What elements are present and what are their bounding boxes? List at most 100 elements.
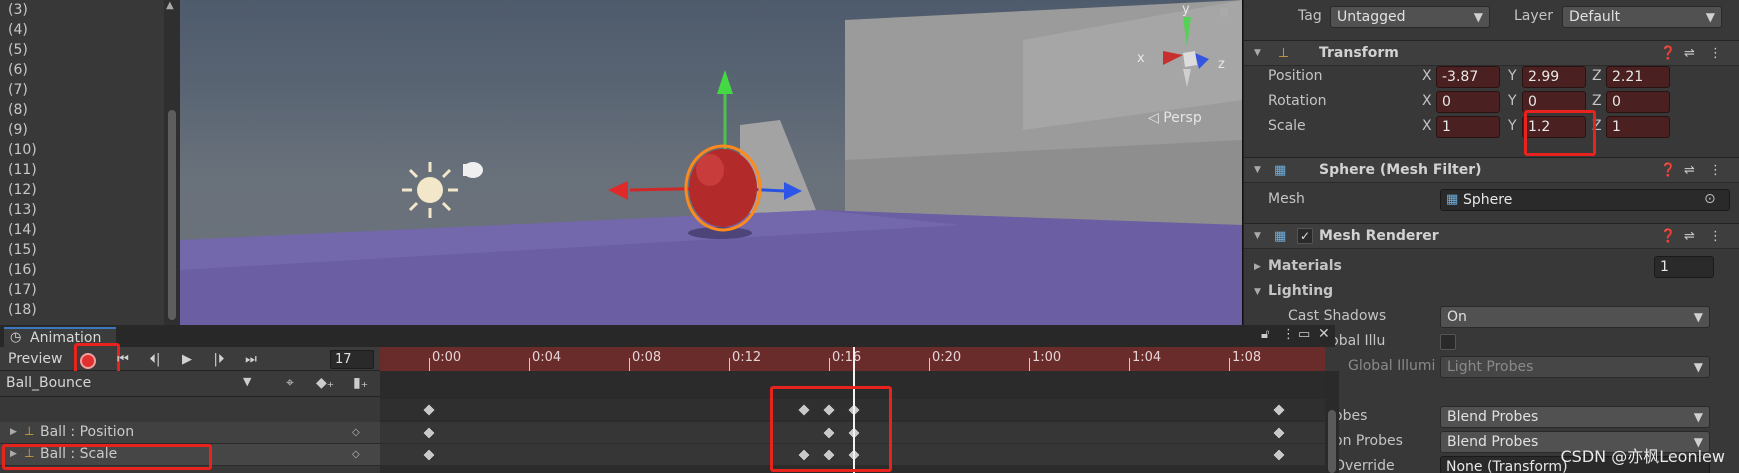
- hierarchy-item[interactable]: (13): [8, 200, 37, 220]
- hierarchy-item[interactable]: (16): [8, 260, 37, 280]
- tick-label: 1:04: [1132, 350, 1162, 365]
- rotation-x-field[interactable]: 0: [1436, 91, 1500, 113]
- light-probes-dropdown[interactable]: Blend Probes ▼: [1440, 406, 1710, 428]
- tick-line: [929, 358, 930, 371]
- lock-icon: [1220, 9, 1228, 17]
- enabled-checkbox[interactable]: ✓: [1297, 228, 1313, 244]
- window-lock-icon[interactable]: 🔓︎: [1261, 327, 1269, 342]
- foldout-arrow-icon[interactable]: ▶: [10, 449, 17, 459]
- scroll-up-arrow-icon[interactable]: ▲: [166, 0, 178, 11]
- next-keyframe-icon[interactable]: |⏵︎: [204, 350, 234, 370]
- chevron-down-icon[interactable]: ▼: [243, 375, 251, 388]
- hierarchy-item[interactable]: (18): [8, 300, 37, 320]
- clip-dropdown[interactable]: Ball_Bounce: [6, 375, 91, 391]
- help-icon[interactable]: ❓: [1660, 46, 1676, 61]
- rotation-z-field[interactable]: 0: [1606, 91, 1670, 113]
- property-row-scale[interactable]: ▶ ⊥ Ball : Scale ◇: [0, 444, 380, 466]
- property-keyframe-icon[interactable]: ◇: [352, 427, 360, 438]
- hierarchy-item[interactable]: (8): [8, 100, 28, 120]
- materials-row[interactable]: ▶ Materials 1: [1244, 256, 1739, 280]
- last-keyframe-icon[interactable]: ⏭: [236, 350, 266, 370]
- transform-header[interactable]: ▼ ⊥ Transform ❓ ⇌ ⋮: [1244, 40, 1739, 66]
- foldout-arrow-icon[interactable]: ▼: [1254, 165, 1264, 175]
- position-row: Position X -3.87 Y 2.99 Z 2.21: [1244, 66, 1739, 90]
- position-x-field[interactable]: -3.87: [1436, 66, 1500, 88]
- tag-dropdown[interactable]: Untagged ▼: [1330, 6, 1490, 28]
- materials-count-field[interactable]: 1: [1654, 256, 1714, 278]
- property-keyframe-icon[interactable]: ◇: [352, 449, 360, 460]
- hierarchy-item[interactable]: (4): [8, 20, 28, 40]
- layer-dropdown[interactable]: Default ▼: [1562, 6, 1722, 28]
- position-z-field[interactable]: 2.21: [1606, 66, 1670, 88]
- preset-icon[interactable]: ⇌: [1684, 229, 1695, 244]
- animation-tab-label: Animation: [30, 330, 102, 346]
- dopesheet-scrollbar-thumb[interactable]: [1328, 410, 1336, 473]
- scene-view[interactable]: y x z ◁ Persp: [180, 0, 1243, 325]
- hierarchy-item[interactable]: (6): [8, 60, 28, 80]
- context-menu-icon[interactable]: ⋮: [1709, 229, 1722, 244]
- window-menu-icon[interactable]: ⋮: [1282, 327, 1295, 342]
- watermark: CSDN @亦枫Leonlew: [1560, 447, 1726, 466]
- reflection-probes-value: Blend Probes: [1447, 434, 1539, 450]
- skybox-camera-icon: [463, 162, 483, 178]
- hierarchy-item[interactable]: (5): [8, 40, 28, 60]
- foldout-arrow-icon[interactable]: ▼: [1254, 231, 1264, 241]
- frame-field[interactable]: 17: [330, 350, 374, 369]
- help-icon[interactable]: ❓: [1660, 163, 1676, 178]
- mesh-object-field[interactable]: Sphere: [1440, 189, 1730, 211]
- property-row-position[interactable]: ▶ ⊥ Ball : Position ◇: [0, 422, 380, 444]
- mesh-filter-icon: ▦: [1274, 163, 1287, 178]
- hierarchy-item[interactable]: (12): [8, 180, 37, 200]
- hierarchy-item[interactable]: (17): [8, 280, 37, 300]
- foldout-arrow-icon[interactable]: ▼: [1254, 287, 1264, 297]
- record-button[interactable]: [80, 353, 96, 369]
- transform-icon: ⊥: [24, 424, 35, 438]
- add-event-icon[interactable]: ▮₊: [353, 375, 368, 391]
- mesh-row: Mesh Sphere ▦ ⊙: [1244, 189, 1739, 213]
- scale-y-field[interactable]: 1.2: [1522, 116, 1586, 138]
- mesh-renderer-header[interactable]: ▼ ▦ ✓ Mesh Renderer ❓ ⇌ ⋮: [1244, 223, 1739, 249]
- hierarchy-item[interactable]: (11): [8, 160, 37, 180]
- receive-gi-dropdown[interactable]: Light Probes ▼: [1440, 356, 1710, 378]
- help-icon[interactable]: ❓: [1660, 229, 1676, 244]
- maximize-icon[interactable]: ▭: [1298, 327, 1310, 342]
- transform-icon: ⊥: [24, 446, 35, 460]
- first-keyframe-icon[interactable]: ⏮: [108, 350, 138, 370]
- contribute-gi-checkbox[interactable]: [1440, 334, 1456, 350]
- playhead[interactable]: [853, 347, 855, 473]
- close-icon[interactable]: ✕: [1318, 326, 1330, 342]
- context-menu-icon[interactable]: ⋮: [1709, 163, 1722, 178]
- foldout-arrow-icon[interactable]: ▶: [10, 427, 17, 437]
- hierarchy-item[interactable]: (14): [8, 220, 37, 240]
- position-y-field[interactable]: 2.99: [1522, 66, 1586, 88]
- object-picker-icon[interactable]: ⊙: [1704, 191, 1716, 207]
- filter-by-selection-icon[interactable]: ⌖: [286, 375, 294, 391]
- hierarchy-item[interactable]: (3): [8, 0, 28, 20]
- tick-line: [629, 358, 630, 371]
- preset-icon[interactable]: ⇌: [1684, 46, 1695, 61]
- play-icon[interactable]: ▶: [172, 350, 202, 370]
- tick-label: 0:20: [932, 350, 962, 365]
- hierarchy-item[interactable]: (7): [8, 80, 28, 100]
- context-menu-icon[interactable]: ⋮: [1709, 46, 1722, 61]
- gizmo-y-label: y: [1182, 2, 1190, 17]
- hierarchy-item[interactable]: (15): [8, 240, 37, 260]
- preview-button[interactable]: Preview: [8, 351, 63, 367]
- prev-keyframe-icon[interactable]: ⏴︎|: [140, 350, 170, 370]
- tick-line: [1129, 358, 1130, 371]
- rotation-y-field[interactable]: 0: [1522, 91, 1586, 113]
- preset-icon[interactable]: ⇌: [1684, 163, 1695, 178]
- foldout-arrow-icon[interactable]: ▼: [1254, 48, 1264, 58]
- cast-shadows-dropdown[interactable]: On ▼: [1440, 306, 1710, 328]
- hierarchy-item[interactable]: (10): [8, 140, 37, 160]
- mesh-renderer-title: Mesh Renderer: [1319, 228, 1439, 244]
- lighting-row[interactable]: ▼ Lighting: [1244, 281, 1739, 305]
- hierarchy-scrollbar-thumb[interactable]: [168, 110, 176, 320]
- tag-label: Tag: [1298, 8, 1322, 24]
- scale-z-field[interactable]: 1: [1606, 116, 1670, 138]
- add-keyframe-icon[interactable]: ◆₊: [316, 375, 334, 391]
- foldout-arrow-icon[interactable]: ▶: [1254, 262, 1264, 272]
- scale-x-field[interactable]: 1: [1436, 116, 1500, 138]
- mesh-filter-header[interactable]: ▼ ▦ Sphere (Mesh Filter) ❓ ⇌ ⋮: [1244, 157, 1739, 183]
- hierarchy-item[interactable]: (9): [8, 120, 28, 140]
